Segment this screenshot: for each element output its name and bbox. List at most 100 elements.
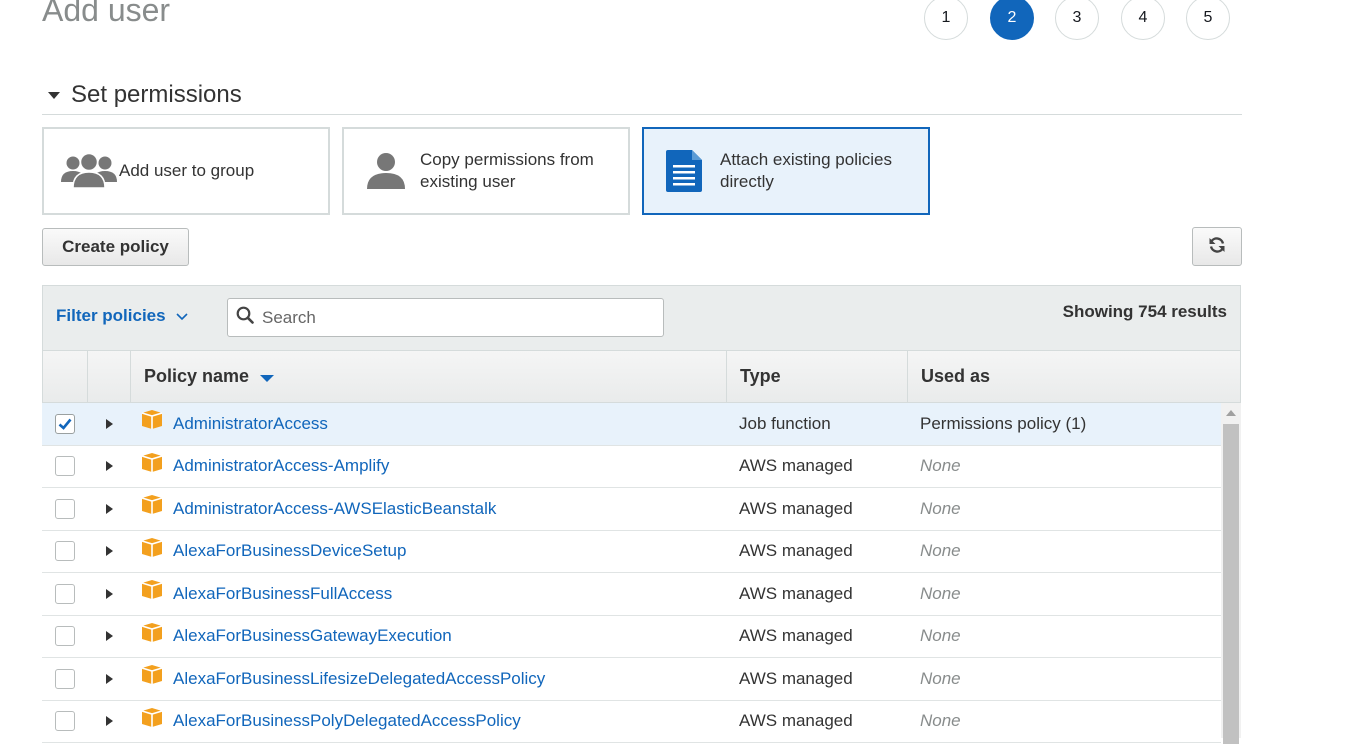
header-policy-name-label: Policy name — [144, 366, 250, 386]
option-label-line2: existing user — [420, 172, 516, 191]
package-icon — [141, 494, 163, 520]
refresh-icon — [1208, 236, 1226, 257]
policy-used-as: Permissions policy (1) — [920, 413, 1087, 433]
option-copy-permissions[interactable]: Copy permissions from existing user — [342, 127, 630, 215]
policy-name-link[interactable]: AlexaForBusinessPolyDelegatedAccessPolic… — [173, 711, 521, 731]
expand-row-icon[interactable] — [106, 546, 113, 557]
row-checkbox[interactable] — [55, 668, 75, 689]
policy-type: AWS managed — [739, 711, 853, 731]
policy-used-as: None — [920, 583, 961, 603]
expand-row-icon[interactable] — [106, 588, 113, 599]
row-checkbox[interactable] — [55, 541, 75, 562]
page-title: Add user — [42, 0, 171, 28]
results-count: Showing 754 results — [1062, 302, 1227, 321]
expand-row-icon[interactable] — [106, 631, 113, 642]
policy-used-as: None — [920, 498, 961, 518]
row-checkbox[interactable] — [55, 583, 75, 604]
row-checkbox[interactable] — [55, 711, 75, 732]
row-checkbox[interactable] — [55, 498, 75, 519]
policy-used-as: None — [920, 711, 961, 731]
policy-name-link[interactable]: AdministratorAccess-Amplify — [173, 456, 389, 476]
header-type[interactable]: Type — [727, 351, 908, 402]
policy-used-as: None — [920, 668, 961, 688]
header-policy-name[interactable]: Policy name — [131, 351, 727, 402]
table-header: Policy name Type Used as — [42, 350, 1241, 403]
policy-type: AWS managed — [739, 541, 853, 561]
expand-row-icon[interactable] — [106, 673, 113, 684]
option-label-line2: directly — [720, 172, 774, 191]
table-scrollbar[interactable] — [1221, 403, 1241, 744]
policy-used-as: None — [920, 626, 961, 646]
filter-policies-label: Filter policies — [56, 306, 166, 325]
table-row[interactable]: AdministratorAccess-AWSElasticBeanstalk … — [42, 488, 1221, 531]
table-row[interactable]: AdministratorAccess Job function Permiss… — [42, 403, 1221, 446]
table-row[interactable]: AlexaForBusinessPolyDelegatedAccessPolic… — [42, 701, 1221, 743]
row-checkbox[interactable] — [55, 456, 75, 477]
policy-used-as: None — [920, 541, 961, 561]
option-label-line1: Copy permissions from — [420, 150, 594, 169]
policy-name-link[interactable]: AdministratorAccess-AWSElasticBeanstalk — [173, 499, 496, 519]
policy-name-link[interactable]: AlexaForBusinessDeviceSetup — [173, 541, 406, 561]
step-2[interactable]: 2 — [990, 0, 1034, 40]
option-label: Copy permissions from existing user — [420, 149, 594, 193]
section-title: Set permissions — [71, 81, 242, 108]
step-5[interactable]: 5 — [1186, 0, 1230, 40]
table-row[interactable]: AlexaForBusinessLifesizeDelegatedAccessP… — [42, 658, 1221, 701]
scrollbar-thumb[interactable] — [1223, 424, 1239, 744]
option-add-user-to-group[interactable]: Add user to group — [42, 127, 330, 215]
caret-down-icon — [48, 91, 60, 99]
header-select-column — [43, 351, 88, 402]
expand-row-icon[interactable] — [106, 503, 113, 514]
search-input[interactable] — [260, 306, 650, 329]
create-policy-button[interactable]: Create policy — [42, 228, 189, 266]
users-group-icon — [59, 152, 119, 190]
sort-desc-icon — [260, 374, 275, 382]
set-permissions-header[interactable]: Set permissions — [42, 76, 1242, 115]
table-row[interactable]: AlexaForBusinessDeviceSetup AWS managed … — [42, 531, 1221, 573]
package-icon — [141, 409, 163, 435]
filter-bar: Filter policies Showing 754 results — [42, 285, 1241, 351]
policy-type: AWS managed — [739, 456, 853, 476]
policy-type: AWS managed — [739, 583, 853, 603]
package-icon — [141, 664, 163, 690]
option-label-line1: Attach existing policies — [720, 150, 892, 169]
package-icon — [141, 622, 163, 648]
policy-name-link[interactable]: AdministratorAccess — [173, 414, 328, 434]
header-used-as[interactable]: Used as — [908, 351, 1241, 402]
header-expand-column — [88, 351, 131, 402]
policy-type: Job function — [739, 413, 831, 433]
search-box — [227, 298, 664, 337]
policy-name-link[interactable]: AlexaForBusinessLifesizeDelegatedAccessP… — [173, 669, 545, 689]
row-checkbox[interactable] — [55, 626, 75, 647]
user-icon — [366, 152, 406, 190]
step-4[interactable]: 4 — [1121, 0, 1165, 40]
filter-policies-dropdown[interactable]: Filter policies — [56, 306, 188, 326]
step-3[interactable]: 3 — [1055, 0, 1099, 40]
option-label: Add user to group — [119, 161, 255, 180]
table-row[interactable]: AdministratorAccess-Amplify AWS managed … — [42, 446, 1221, 488]
option-label: Attach existing policies directly — [720, 149, 892, 193]
document-icon — [665, 149, 703, 193]
expand-row-icon[interactable] — [106, 461, 113, 472]
policy-used-as: None — [920, 456, 961, 476]
policy-type: AWS managed — [739, 668, 853, 688]
search-icon — [236, 306, 254, 329]
package-icon — [141, 452, 163, 478]
table-row[interactable]: AlexaForBusinessGatewayExecution AWS man… — [42, 616, 1221, 658]
step-1[interactable]: 1 — [924, 0, 968, 40]
policy-name-link[interactable]: AlexaForBusinessGatewayExecution — [173, 626, 452, 646]
scroll-up-arrow-icon[interactable] — [1226, 410, 1236, 416]
row-checkbox[interactable] — [55, 413, 75, 434]
option-attach-policies[interactable]: Attach existing policies directly — [642, 127, 930, 215]
policy-type: AWS managed — [739, 626, 853, 646]
table-row[interactable]: AlexaForBusinessFullAccess AWS managed N… — [42, 573, 1221, 616]
expand-row-icon[interactable] — [106, 716, 113, 727]
policy-table-body: AdministratorAccess Job function Permiss… — [42, 403, 1221, 743]
checkmark-icon — [58, 418, 72, 430]
package-icon — [141, 707, 163, 733]
chevron-down-icon — [176, 306, 188, 326]
policy-type: AWS managed — [739, 498, 853, 518]
expand-row-icon[interactable] — [106, 418, 113, 429]
refresh-button[interactable] — [1192, 227, 1242, 266]
policy-name-link[interactable]: AlexaForBusinessFullAccess — [173, 584, 392, 604]
